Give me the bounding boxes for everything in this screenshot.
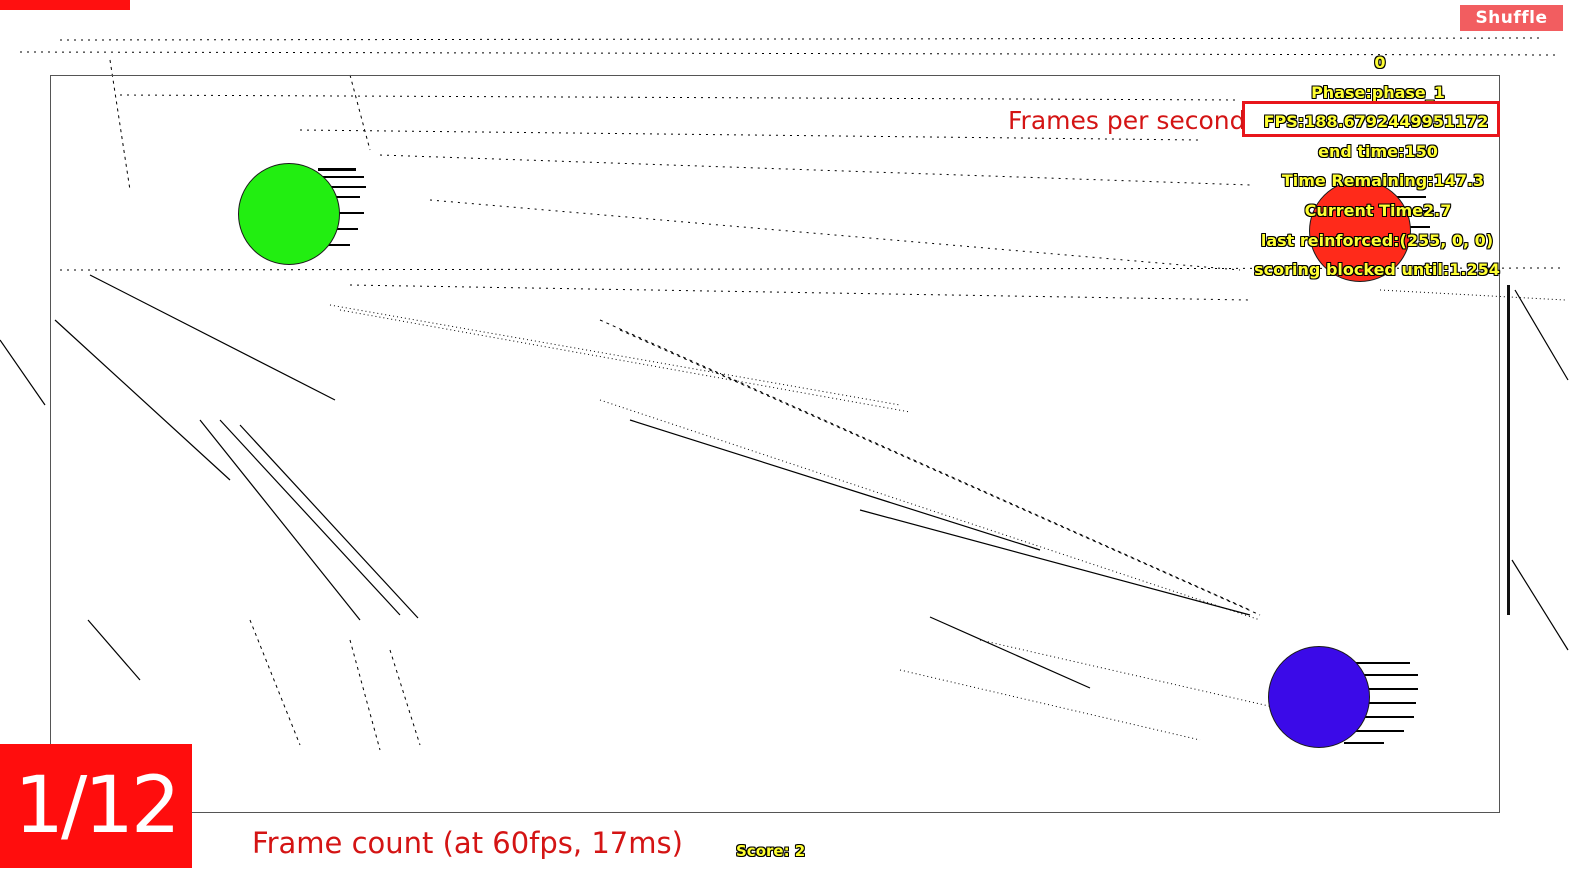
target-blue-circle[interactable] — [1268, 646, 1370, 748]
hud-phase: Phase:phase_1 — [1311, 83, 1445, 102]
hud-counter: 0 — [1374, 53, 1386, 72]
play-area-edge-marker — [1507, 285, 1510, 615]
frame-count-annotation: Frame count (at 60fps, 17ms) — [252, 826, 683, 860]
hud-last-reinforced: last reinforced:(255, 0, 0) — [1260, 231, 1494, 250]
slide-counter: 1/12 — [0, 744, 192, 868]
game-canvas[interactable]: Shuffle 0 Phase:phase_1 FPS:188.67924499… — [0, 0, 1573, 872]
hud-score: Score: 2 — [736, 842, 806, 860]
fps-annotation-label: Frames per second — [1008, 106, 1246, 135]
hud-scoring-blocked: scoring blocked until:1.254 — [1254, 260, 1500, 279]
hud-current-time: Current Time2.7 — [1304, 201, 1452, 220]
hud-end-time: end time:150 — [1318, 142, 1438, 161]
hud-time-remaining: Time Remaining:147.3 — [1281, 171, 1485, 190]
target-green-circle[interactable] — [238, 163, 340, 265]
progress-indicator-bar — [0, 0, 130, 10]
fps-highlight-box — [1242, 101, 1500, 137]
shuffle-button[interactable]: Shuffle — [1460, 5, 1563, 31]
